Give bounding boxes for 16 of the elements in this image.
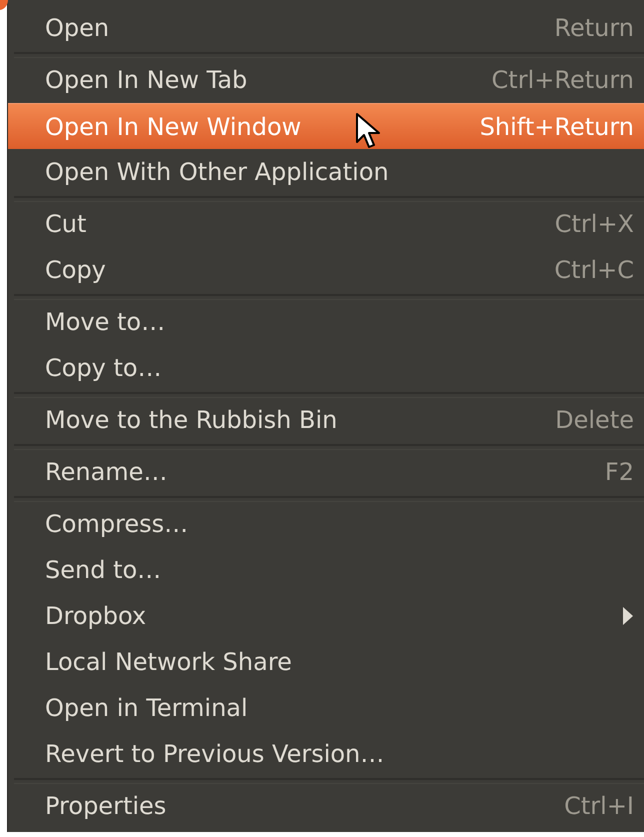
menu-item[interactable]: Revert to Previous Version… <box>8 731 644 777</box>
menu-item[interactable]: Dropbox <box>8 593 644 639</box>
menu-item[interactable]: Compress… <box>8 501 644 547</box>
menu-item[interactable]: Move to… <box>8 299 644 345</box>
menu-item[interactable]: Properties Ctrl+I <box>8 783 644 829</box>
menu-item[interactable]: Send to… <box>8 547 644 593</box>
menu-item[interactable]: Copy to… <box>8 345 644 391</box>
menu-item[interactable]: Copy Ctrl+C <box>8 247 644 293</box>
menu-item[interactable]: Open In New Tab Ctrl+Return <box>8 57 644 103</box>
menu-item[interactable]: Open in Terminal <box>8 685 644 731</box>
menu-item[interactable]: Open With Other Application <box>8 149 644 195</box>
menu-item[interactable]: Local Network Share <box>8 639 644 685</box>
menu-item[interactable]: Cut Ctrl+X <box>8 201 644 247</box>
menu-item[interactable]: Rename… F2 <box>8 449 644 495</box>
menu-item[interactable]: Open Return <box>8 5 644 51</box>
menu-item[interactable]: Move to the Rubbish Bin Delete <box>8 397 644 443</box>
